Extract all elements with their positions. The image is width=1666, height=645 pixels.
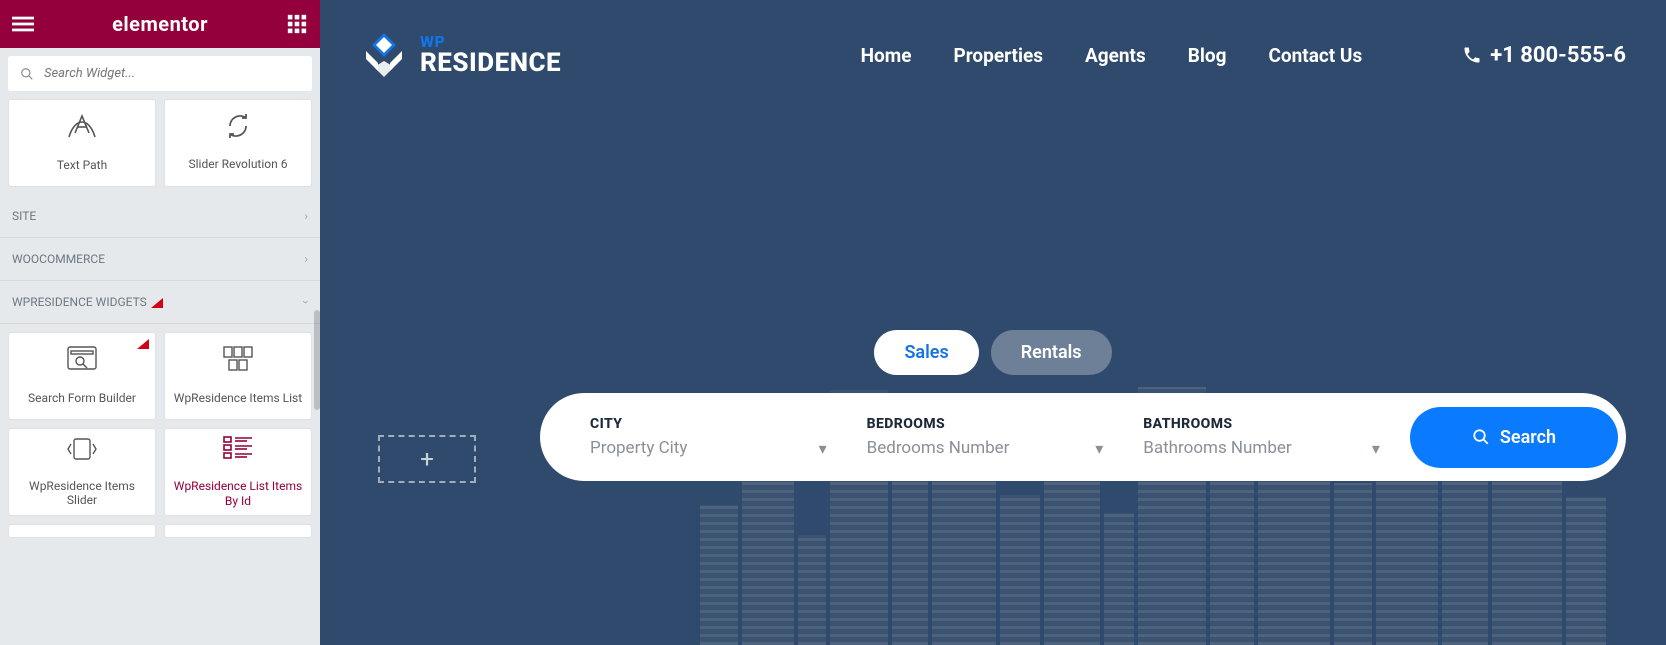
nav-blog[interactable]: Blog [1188, 44, 1227, 67]
refresh-icon [226, 114, 250, 145]
category-site[interactable]: SITE › [0, 195, 320, 238]
widget-label: Search Form Builder [22, 391, 142, 405]
widget-items-list[interactable]: WpResidence Items List [164, 332, 312, 420]
nav-agents[interactable]: Agents [1085, 44, 1146, 67]
widget-card-peek[interactable] [8, 524, 156, 538]
widget-label: Text Path [51, 158, 113, 172]
elementor-sidebar: elementor Text Path Slider Revolution 6 … [0, 0, 320, 645]
field-bedrooms: BEDROOMS Bedrooms Number ▾ [847, 416, 1124, 458]
chevron-right-icon: › [304, 209, 308, 223]
field-bathrooms: BATHROOMS Bathrooms Number ▾ [1123, 416, 1400, 458]
field-city-select[interactable]: Property City ▾ [590, 438, 827, 458]
category-wpresidence-widgets[interactable]: WPRESIDENCE WIDGETS › [0, 281, 320, 324]
wpresidence-widget-grid: Search Form Builder WpResidence Items Li… [0, 324, 320, 524]
chevron-down-icon: › [299, 300, 313, 304]
widget-slider-revolution[interactable]: Slider Revolution 6 [164, 99, 312, 187]
field-city-label: CITY [590, 416, 827, 432]
nav-home[interactable]: Home [861, 44, 912, 67]
field-bathrooms-placeholder: Bathrooms Number [1143, 438, 1291, 458]
chevron-down-icon: ▾ [1372, 439, 1380, 458]
header-phone[interactable]: +1 800-555-6 [1462, 43, 1626, 68]
nav-contact[interactable]: Contact Us [1268, 44, 1362, 67]
site-header: WP RESIDENCE Home Properties Agents Blog… [320, 0, 1666, 110]
widget-list-items-by-id[interactable]: WpResidence List Items By Id [164, 428, 312, 516]
tab-rentals[interactable]: Rentals [991, 330, 1112, 375]
next-row-peek [0, 524, 320, 546]
main-nav: Home Properties Agents Blog Contact Us [861, 44, 1363, 67]
phone-number: +1 800-555-6 [1490, 43, 1626, 68]
widget-label: WpResidence Items List [168, 391, 308, 405]
chevron-right-icon: › [304, 252, 308, 266]
search-button[interactable]: Search [1410, 407, 1618, 468]
text-path-icon [67, 113, 97, 146]
items-list-icon [223, 346, 253, 379]
field-bedrooms-select[interactable]: Bedrooms Number ▾ [867, 438, 1104, 458]
property-search-bar: CITY Property City ▾ BEDROOMS Bedrooms N… [540, 393, 1626, 481]
logo-icon [360, 31, 408, 79]
apps-grid-icon[interactable] [286, 13, 308, 35]
category-label: WOOCOMMERCE [12, 252, 105, 266]
search-button-label: Search [1500, 427, 1556, 448]
items-slider-icon [67, 437, 97, 467]
sidebar-header: elementor [0, 0, 320, 48]
nav-properties[interactable]: Properties [954, 44, 1044, 67]
field-city-placeholder: Property City [590, 438, 687, 458]
phone-icon [1462, 45, 1482, 65]
field-bathrooms-select[interactable]: Bathrooms Number ▾ [1143, 438, 1380, 458]
widget-text-path[interactable]: Text Path [8, 99, 156, 187]
chevron-down-icon: ▾ [1095, 439, 1103, 458]
category-label: WPRESIDENCE WIDGETS [12, 295, 163, 309]
search-icon [20, 67, 34, 81]
hamburger-icon[interactable] [12, 13, 34, 35]
field-bedrooms-placeholder: Bedrooms Number [867, 438, 1010, 458]
list-items-by-id-icon [223, 436, 253, 467]
site-logo[interactable]: WP RESIDENCE [360, 31, 561, 79]
tab-sales[interactable]: Sales [874, 330, 978, 375]
widget-items-slider[interactable]: WpResidence Items Slider [8, 428, 156, 516]
field-bathrooms-label: BATHROOMS [1143, 416, 1380, 432]
widget-label: WpResidence Items Slider [9, 479, 155, 508]
top-widget-grid: Text Path Slider Revolution 6 [0, 99, 320, 195]
page-preview: WP RESIDENCE Home Properties Agents Blog… [320, 0, 1666, 645]
logo-text-residence: RESIDENCE [420, 50, 561, 76]
category-woocommerce[interactable]: WOOCOMMERCE › [0, 238, 320, 281]
widget-search [0, 48, 320, 99]
category-label: SITE [12, 209, 36, 223]
field-bedrooms-label: BEDROOMS [867, 416, 1104, 432]
widget-search-input[interactable] [8, 56, 312, 91]
elementor-dropzone[interactable]: + [378, 435, 476, 483]
search-form-builder-icon [67, 346, 97, 379]
search-icon [1472, 428, 1490, 446]
widget-card-peek[interactable] [164, 524, 312, 538]
red-triangle-icon [137, 339, 149, 349]
widget-label: Slider Revolution 6 [183, 157, 294, 171]
chevron-down-icon: ▾ [819, 439, 827, 458]
widget-label: WpResidence List Items By Id [165, 479, 311, 508]
widget-search-form-builder[interactable]: Search Form Builder [8, 332, 156, 420]
red-triangle-icon [151, 298, 163, 308]
plus-icon: + [420, 445, 434, 473]
sidebar-brand: elementor [112, 12, 208, 36]
field-city: CITY Property City ▾ [570, 416, 847, 458]
search-tabs: Sales Rentals [320, 330, 1666, 375]
